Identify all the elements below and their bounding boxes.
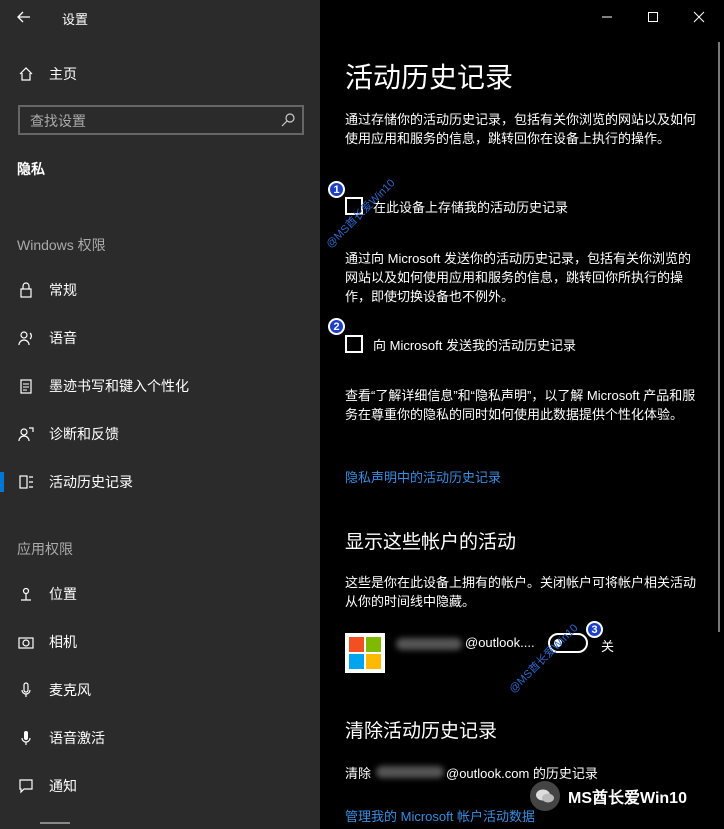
sidebar-item-label: 语音激活 xyxy=(49,730,105,746)
sidebar-item-camera[interactable]: 相机 xyxy=(0,622,320,662)
close-button[interactable] xyxy=(676,0,722,34)
app-title: 设置 xyxy=(62,12,89,27)
minimize-icon xyxy=(602,16,612,18)
annotation-badge-1: 1 xyxy=(328,181,345,198)
location-icon xyxy=(16,584,36,604)
manage-activity-link[interactable]: 管理我的 Microsoft 帐户活动数据 xyxy=(345,806,535,825)
sidebar-item-inking[interactable]: 墨迹书写和键入个性化 xyxy=(0,366,320,406)
partial-item xyxy=(40,822,70,824)
account-email: @outlook.... xyxy=(465,635,535,650)
sidebar-item-label: 相机 xyxy=(49,634,77,650)
sidebar-item-label: 活动历史记录 xyxy=(49,474,133,490)
microsoft-logo-icon xyxy=(345,633,385,673)
search-input[interactable] xyxy=(28,111,282,131)
send-history-label: 向 Microsoft 发送我的活动历史记录 xyxy=(373,337,576,353)
close-icon xyxy=(693,11,705,23)
active-indicator xyxy=(0,472,4,492)
voice-activation-icon xyxy=(16,728,36,748)
feedback-icon xyxy=(16,424,36,444)
redacted-clear-account xyxy=(376,766,444,778)
clear-heading: 清除活动历史记录 xyxy=(345,721,498,742)
watermark-diagonal-2: @MS酋长爱Win10 xyxy=(507,622,581,696)
search-box[interactable] xyxy=(18,105,304,135)
sidebar-item-voice-activation[interactable]: 语音激活 xyxy=(0,718,320,758)
sidebar-item-label: 主页 xyxy=(49,66,77,82)
sidebar-item-label: 诊断和反馈 xyxy=(49,426,119,442)
microphone-icon xyxy=(16,680,36,700)
sidebar-item-notifications[interactable]: 通知 xyxy=(0,766,320,806)
sidebar-item-activity-history[interactable]: 活动历史记录 xyxy=(0,462,320,502)
sidebar-item-label: 常规 xyxy=(49,282,77,298)
sidebar: 设置 主页 隐私 Windows 权限 常规 语音 墨迹书写和键入个性化 xyxy=(0,0,320,829)
sidebar-item-label: 麦克风 xyxy=(49,682,91,698)
group-label-windows: Windows 权限 xyxy=(17,237,106,253)
titlebar-left: 设置 xyxy=(0,0,320,34)
watermark-text: MS酋长爱Win10 xyxy=(568,790,687,807)
intro-text: 通过存储你的活动历史记录，包括有关你浏览的网站以及如何使用应用和服务的信息，跳转… xyxy=(345,112,697,146)
privacy-description: 查看“了解详细信息”和“隐私声明”，以了解 Microsoft 产品和服务在尊重… xyxy=(345,388,696,422)
timeline-icon xyxy=(16,472,36,492)
clear-prefix: 清除 xyxy=(345,766,372,781)
toggle-state-label: 关 xyxy=(601,639,615,654)
home-icon xyxy=(16,64,36,84)
back-button[interactable] xyxy=(12,6,36,28)
page-title: 活动历史记录 xyxy=(345,62,514,93)
wechat-icon xyxy=(530,781,560,811)
sidebar-item-general[interactable]: 常规 xyxy=(0,270,320,310)
sidebar-item-label: 通知 xyxy=(49,778,77,794)
checkbox-row-send[interactable]: 向 Microsoft 发送我的活动历史记录 xyxy=(345,333,576,355)
back-arrow-icon xyxy=(17,11,30,23)
redacted-account-name xyxy=(396,638,462,650)
main-content: 活动历史记录 通过存储你的活动历史记录，包括有关你浏览的网站以及如何使用应用和服… xyxy=(320,0,724,829)
maximize-icon xyxy=(648,12,658,22)
search-icon[interactable] xyxy=(280,112,296,128)
sidebar-item-label: 墨迹书写和键入个性化 xyxy=(49,378,189,394)
send-history-checkbox[interactable] xyxy=(345,335,363,353)
accounts-description: 这些是你在此设备上拥有的帐户。关闭帐户可将帐户相关活动从你的时间线中隐藏。 xyxy=(345,575,697,609)
store-history-label: 在此设备上存储我的活动历史记录 xyxy=(373,199,569,215)
lock-icon xyxy=(16,280,36,300)
annotation-badge-3: 3 xyxy=(586,621,603,638)
speech-icon xyxy=(16,328,36,348)
sidebar-item-speech[interactable]: 语音 xyxy=(0,318,320,358)
maximize-button[interactable] xyxy=(630,0,676,34)
sidebar-item-label: 语音 xyxy=(49,330,77,346)
accounts-heading: 显示这些帐户的活动 xyxy=(345,532,517,553)
watermark-bottom: MS酋长爱Win10 xyxy=(530,778,687,814)
group-label-apps: 应用权限 xyxy=(17,541,73,557)
sidebar-item-diagnostics[interactable]: 诊断和反馈 xyxy=(0,414,320,454)
scrollbar[interactable] xyxy=(718,42,720,632)
annotation-badge-2: 2 xyxy=(328,318,345,335)
sidebar-item-microphone[interactable]: 麦克风 xyxy=(0,670,320,710)
section-title: 隐私 xyxy=(17,161,45,177)
minimize-button[interactable] xyxy=(584,0,630,34)
camera-icon xyxy=(16,632,36,652)
notification-icon xyxy=(16,776,36,796)
clipboard-icon xyxy=(16,376,36,396)
sidebar-item-location[interactable]: 位置 xyxy=(0,574,320,614)
send-description: 通过向 Microsoft 发送你的活动历史记录，包括有关你浏览的网站以及如何使… xyxy=(345,251,691,304)
sidebar-item-label: 位置 xyxy=(49,586,77,602)
sidebar-item-home[interactable]: 主页 xyxy=(0,54,320,94)
privacy-statement-link[interactable]: 隐私声明中的活动历史记录 xyxy=(345,467,501,486)
